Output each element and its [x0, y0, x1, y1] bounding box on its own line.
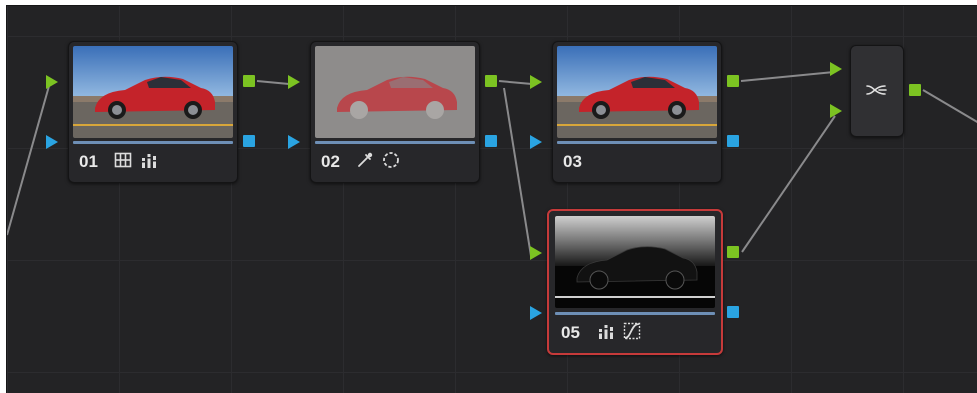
node-02-key-output[interactable] [485, 135, 497, 147]
mixer-input-2[interactable] [830, 104, 842, 118]
window-circle-icon [381, 150, 401, 170]
node-05-key-output[interactable] [727, 306, 739, 318]
node-05-rgb-output[interactable] [727, 246, 739, 258]
node-02[interactable]: 02 [310, 41, 480, 183]
node-02-color-bar [315, 141, 475, 144]
node-05-color-bar [555, 312, 715, 315]
node-01-rgb-input[interactable] [46, 75, 58, 89]
node-03-rgb-input[interactable] [530, 75, 542, 89]
node-01[interactable]: 01 [68, 41, 238, 183]
node-05-label: 05 [561, 323, 580, 342]
node-03-label: 03 [563, 152, 582, 171]
eyedropper-icon [355, 150, 375, 170]
node-02-key-input[interactable] [288, 135, 300, 149]
node-01-thumbnail [73, 46, 233, 138]
connection-02-to-05 [503, 87, 532, 257]
node-02-thumbnail [315, 46, 475, 138]
bars-icon [596, 321, 616, 341]
grid-icon [113, 150, 133, 170]
connection-03-to-mixer [740, 71, 835, 82]
node-03-key-input[interactable] [530, 135, 542, 149]
node-01-rgb-output[interactable] [243, 75, 255, 87]
connection-mixer-to-output [922, 89, 977, 124]
node-02-rgb-input[interactable] [288, 75, 300, 89]
node-05-rgb-input[interactable] [530, 246, 542, 260]
layer-mixer-icon [866, 85, 887, 95]
node-05[interactable]: 05 [547, 209, 723, 355]
node-02-rgb-output[interactable] [485, 75, 497, 87]
node-02-label: 02 [321, 152, 340, 171]
bars-icon [139, 150, 159, 170]
node-03[interactable]: 03 [552, 41, 722, 183]
curves-icon [622, 321, 642, 341]
connection-01-to-02 [256, 80, 290, 85]
layer-mixer-node[interactable] [850, 45, 904, 137]
node-03-color-bar [557, 141, 717, 144]
node-03-rgb-output[interactable] [727, 75, 739, 87]
connection-source-to-01 [7, 85, 50, 236]
mixer-output[interactable] [909, 84, 921, 96]
node-03-thumbnail [557, 46, 717, 138]
node-01-label: 01 [79, 152, 98, 171]
node-05-key-input[interactable] [530, 306, 542, 320]
connection-02-to-03 [498, 80, 533, 85]
node-01-key-output[interactable] [243, 135, 255, 147]
node-05-thumbnail [555, 216, 715, 308]
connection-05-to-mixer [741, 115, 836, 253]
node-01-key-input[interactable] [46, 135, 58, 149]
mixer-input-1[interactable] [830, 62, 842, 76]
node-01-color-bar [73, 141, 233, 144]
node-03-key-output[interactable] [727, 135, 739, 147]
